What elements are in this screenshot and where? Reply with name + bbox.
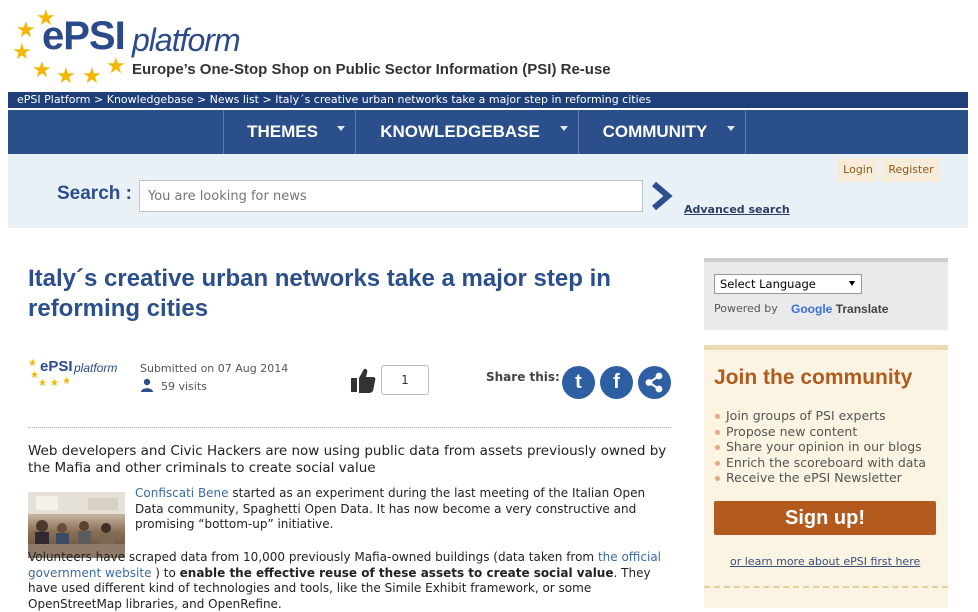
powered-by-label: Powered by xyxy=(714,302,778,315)
list-item: Enrich the scoreboard with data xyxy=(714,455,926,471)
google-translate-logo[interactable]: Google Translate xyxy=(791,302,888,316)
article-photo xyxy=(28,492,125,558)
share-button[interactable] xyxy=(638,366,671,399)
paragraph-2-text-a: Volunteers have scraped data from 10,000… xyxy=(28,550,598,564)
star-icon: ★ xyxy=(12,40,32,65)
community-list: Join groups of PSI experts Propose new c… xyxy=(714,408,926,486)
share-icon xyxy=(645,372,663,393)
nav-community-label: COMMUNITY xyxy=(602,122,708,141)
google-logo-text: Google xyxy=(791,302,833,316)
main-nav: THEMES KNOWLEDGEBASE COMMUNITY xyxy=(8,110,968,154)
author-logo: ★ ★ ★ ★ ★ ePSI platform xyxy=(28,356,128,389)
star-icon: ★ xyxy=(82,64,102,89)
site-tagline: Europe’s One-Stop Shop on Public Sector … xyxy=(132,61,611,78)
facebook-icon: f xyxy=(613,371,620,393)
nav-themes[interactable]: THEMES xyxy=(223,110,355,154)
star-icon: ★ xyxy=(62,376,71,387)
signup-button[interactable]: Sign up! xyxy=(714,501,936,535)
star-icon: ★ xyxy=(106,54,126,79)
list-item: Receive the ePSI Newsletter xyxy=(714,470,926,486)
article-paragraph-1: Confiscati Bene started as an experiment… xyxy=(135,486,670,533)
submitted-date: Submitted on 07 Aug 2014 xyxy=(140,362,289,375)
nav-knowledgebase-label: KNOWLEDGEBASE xyxy=(380,122,540,141)
star-icon: ★ xyxy=(28,358,37,369)
visit-count: 59 visits xyxy=(161,380,207,393)
chevron-down-icon xyxy=(560,126,568,131)
page-title: Italy´s creative urban networks take a m… xyxy=(28,265,611,322)
nav-knowledgebase[interactable]: KNOWLEDGEBASE xyxy=(355,110,578,154)
chevron-down-icon xyxy=(337,126,345,131)
twitter-icon: t xyxy=(575,371,582,393)
chevron-down-icon xyxy=(849,281,855,286)
chevron-down-icon xyxy=(727,126,735,131)
nav-themes-label: THEMES xyxy=(247,122,318,141)
divider xyxy=(704,586,948,588)
list-item: Join groups of PSI experts xyxy=(714,408,926,424)
confiscati-bene-link[interactable]: Confiscati Bene xyxy=(135,486,229,500)
learn-more-link[interactable]: or learn more about ePSI first here xyxy=(730,555,920,568)
star-icon: ★ xyxy=(16,18,36,43)
search-submit-icon[interactable] xyxy=(648,180,676,212)
twitter-share-button[interactable]: t xyxy=(562,366,595,399)
article-lead: Web developers and Civic Hackers are now… xyxy=(28,443,667,476)
star-icon: ★ xyxy=(32,58,52,83)
facebook-share-button[interactable]: f xyxy=(600,366,633,399)
advanced-search-link[interactable]: Advanced search xyxy=(684,203,790,216)
logo-epsi[interactable]: ePSI xyxy=(42,14,126,59)
star-icon: ★ xyxy=(50,378,59,389)
nav-community[interactable]: COMMUNITY xyxy=(578,110,746,154)
translate-label: Translate xyxy=(835,302,889,316)
divider xyxy=(28,427,671,428)
search-label: Search : xyxy=(57,183,132,204)
paragraph-2-bold: enable the effective reuse of these asse… xyxy=(179,565,614,580)
search-input[interactable] xyxy=(139,180,643,212)
author-logo-platform: platform xyxy=(74,361,118,375)
breadcrumb[interactable]: ePSI Platform > Knowledgebase > News lis… xyxy=(8,92,968,108)
list-item: Propose new content xyxy=(714,424,926,440)
translate-widget xyxy=(704,258,948,330)
login-button[interactable]: Login xyxy=(838,158,878,182)
register-button[interactable]: Register xyxy=(882,158,940,182)
thumbs-up-icon[interactable] xyxy=(350,366,376,394)
logo-platform[interactable]: platform xyxy=(132,22,241,59)
language-select[interactable]: Select Language xyxy=(714,274,862,294)
article-paragraph-2: Volunteers have scraped data from 10,000… xyxy=(28,550,668,612)
paragraph-2-text-b: ) to xyxy=(151,565,180,580)
star-icon: ★ xyxy=(38,378,47,389)
list-item: Share your opinion in our blogs xyxy=(714,439,926,455)
community-title: Join the community xyxy=(714,366,913,389)
user-icon xyxy=(141,378,153,392)
author-logo-epsi: ePSI xyxy=(40,358,73,375)
share-label: Share this: xyxy=(486,370,560,384)
star-icon: ★ xyxy=(56,64,76,89)
like-count: 1 xyxy=(381,365,429,395)
